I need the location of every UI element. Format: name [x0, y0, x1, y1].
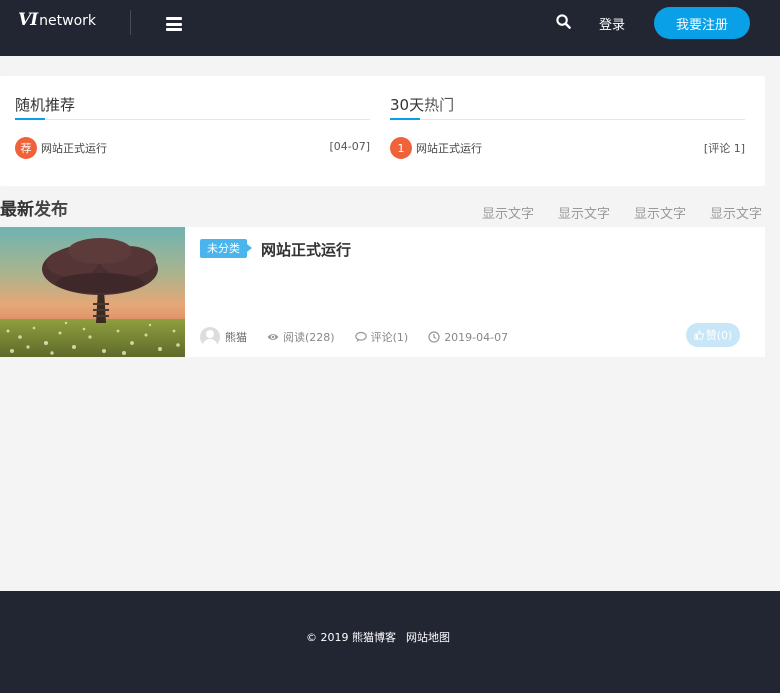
- category-tag[interactable]: 未分类: [200, 239, 252, 258]
- tab-link-1[interactable]: 显示文字: [482, 203, 534, 222]
- post-link[interactable]: 网站正式运行: [41, 140, 107, 156]
- post-thumbnail[interactable]: [0, 227, 185, 357]
- list-item: 1 网站正式运行 [评论 1]: [390, 137, 745, 159]
- widget-divider-accent: [390, 118, 420, 120]
- widget-title: 随机推荐: [15, 96, 76, 114]
- nav-divider: [130, 10, 131, 35]
- site-logo[interactable]: VI network: [18, 10, 96, 32]
- avatar: [200, 327, 220, 347]
- menu-icon[interactable]: [166, 17, 182, 31]
- tab-link-2[interactable]: 显示文字: [558, 203, 610, 222]
- comment-count: [评论 1]: [703, 142, 745, 155]
- eye-icon: [267, 334, 279, 340]
- rank-badge: 1: [390, 137, 412, 159]
- logo-mark: VI: [18, 10, 38, 30]
- widget-divider-accent: [15, 118, 45, 120]
- post-date: 2019-04-07: [428, 331, 508, 344]
- widget-title: 30天热门: [390, 96, 455, 114]
- copyright-text: © 2019 熊猫博客: [306, 631, 396, 644]
- recommend-badge: 荐: [15, 137, 37, 159]
- widget-divider: [15, 119, 370, 120]
- comment-icon: [354, 331, 367, 342]
- sitemap-link[interactable]: 网站地图: [406, 629, 450, 645]
- thumbs-up-icon: [694, 330, 704, 340]
- footer: © 2019 熊猫博客 网站地图: [0, 591, 780, 693]
- widgets-card: 随机推荐 荐 网站正式运行 [04-07] 30天热门 1 网站正式运行 [评论…: [0, 76, 765, 186]
- top-navbar: VI network 登录 我要注册: [0, 0, 780, 56]
- tab-link-3[interactable]: 显示文字: [634, 203, 686, 222]
- search-icon[interactable]: [556, 14, 571, 29]
- post-meta: 熊猫 阅读(228) 评论(1) 2019-04-07: [200, 327, 508, 347]
- post-comments-label: 评论(1): [370, 331, 409, 344]
- widget-divider: [390, 119, 745, 120]
- section-title: 最新发布: [0, 200, 68, 220]
- logo-text: network: [39, 13, 97, 29]
- post-date-label: 2019-04-07: [444, 330, 509, 344]
- post-views-label: 阅读(228): [283, 331, 335, 344]
- post-views: 阅读(228): [267, 329, 335, 345]
- tab-link-4[interactable]: 显示文字: [710, 203, 762, 222]
- post-date: [04-07]: [329, 140, 370, 153]
- post-author[interactable]: 熊猫: [225, 329, 247, 345]
- register-button[interactable]: 我要注册: [654, 7, 750, 39]
- post-link[interactable]: 网站正式运行: [416, 140, 482, 156]
- clock-icon: [428, 331, 440, 343]
- post-card: 未分类 网站正式运行 熊猫 阅读(228) 评论(1) 2019-04-07 赞…: [0, 227, 765, 357]
- like-count: 赞(0): [705, 329, 733, 342]
- list-item: 荐 网站正式运行 [04-07]: [15, 137, 370, 159]
- login-link[interactable]: 登录: [599, 14, 625, 33]
- post-title[interactable]: 网站正式运行: [261, 239, 351, 260]
- like-button[interactable]: 赞(0): [686, 323, 740, 347]
- post-comments[interactable]: 评论(1): [354, 329, 409, 345]
